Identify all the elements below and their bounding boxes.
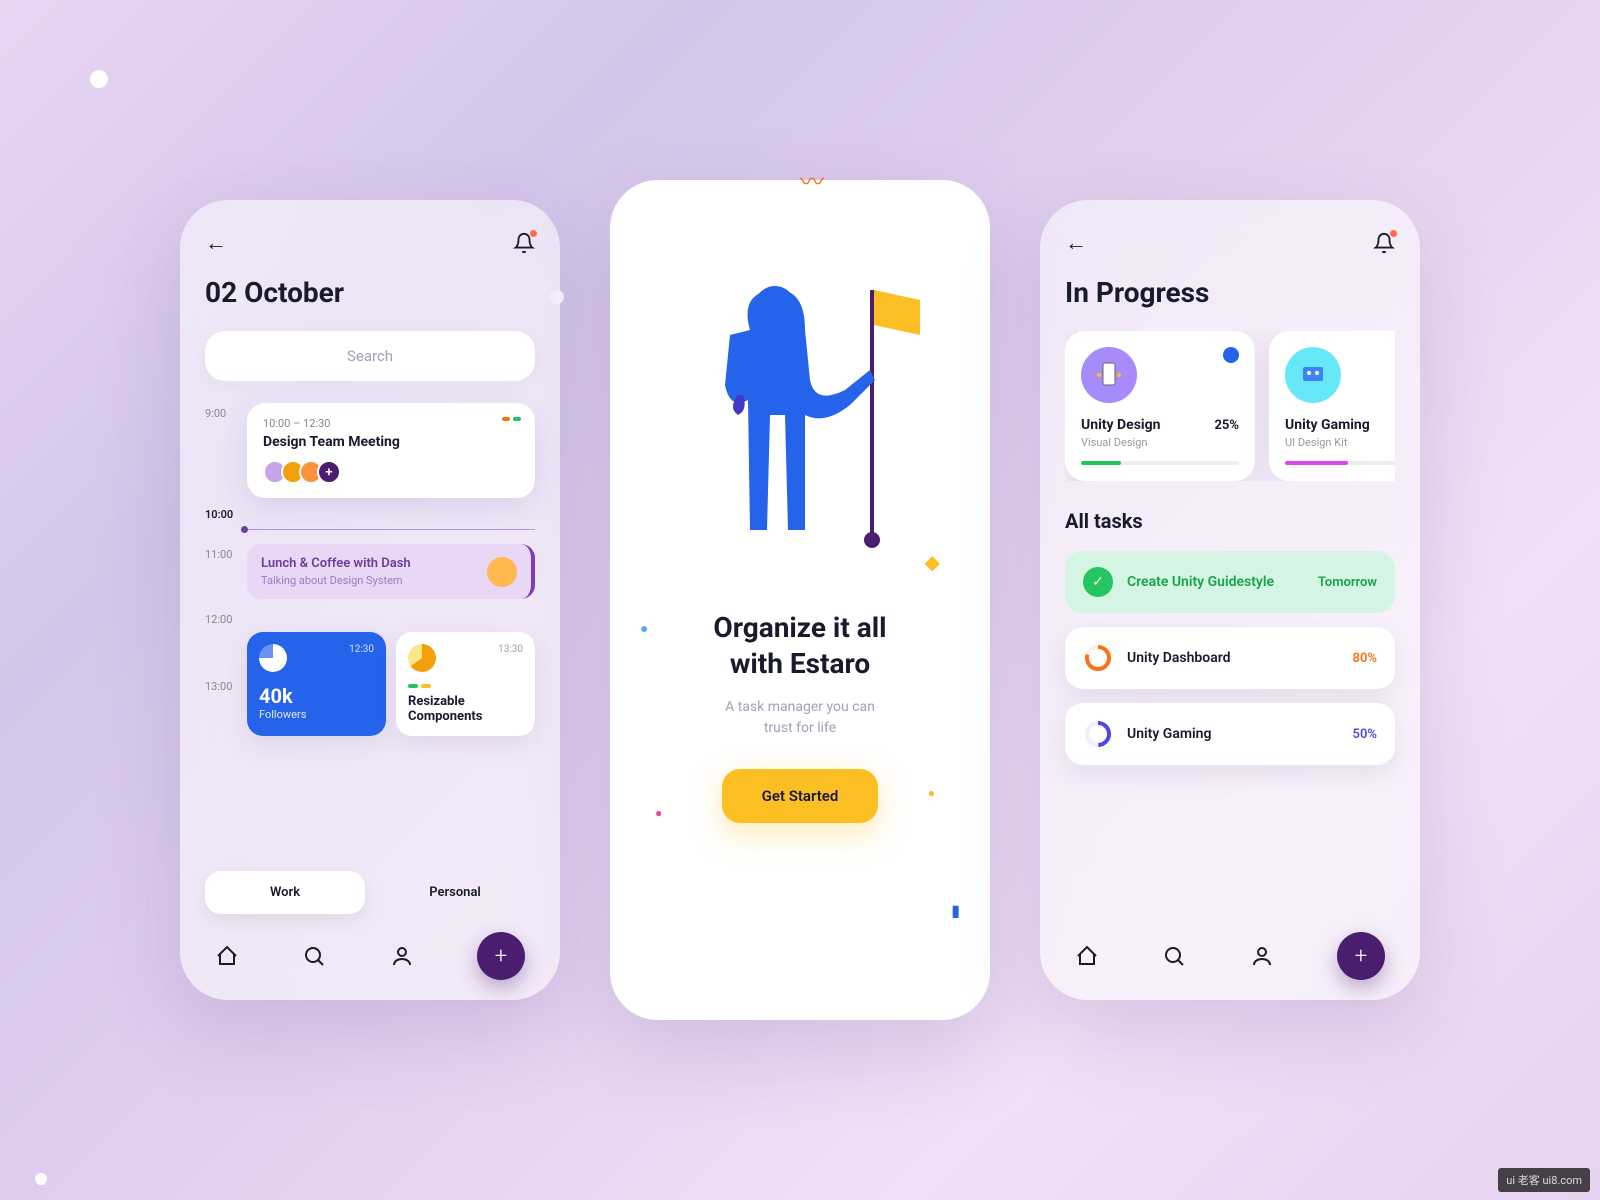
back-button[interactable]: ←: [1065, 230, 1087, 256]
timeline: 9:00 10:00 – 12:30 Design Team Meeting +…: [205, 403, 535, 857]
attendee-avatars: +: [263, 460, 519, 484]
stat-label: Followers: [259, 708, 374, 721]
progress-ring-icon: [408, 644, 436, 672]
card-illustration: [1081, 347, 1137, 403]
avatar: [487, 557, 517, 587]
phone-onboarding-screen: 〰 ◆ ● ● ● ▮ Organize it allwith Estaro A…: [610, 180, 990, 1020]
event-card-meeting[interactable]: 10:00 – 12:30 Design Team Meeting +: [247, 403, 535, 498]
card-subtitle: Visual Design: [1081, 436, 1239, 449]
category-dots: [502, 417, 521, 421]
time-label: 13:00: [205, 676, 237, 693]
search-icon[interactable]: [1162, 944, 1186, 968]
event-subtitle: Talking about Design System: [261, 574, 411, 587]
progress-card[interactable]: Unity Design 25% Visual Design: [1065, 331, 1255, 481]
progress-ring-icon: [1083, 719, 1113, 749]
onboarding-subtitle: A task manager you cantrust for life: [635, 697, 965, 739]
confetti-icon: ●: [640, 620, 648, 637]
add-button[interactable]: +: [1337, 932, 1385, 980]
profile-icon[interactable]: [1250, 944, 1274, 968]
notification-icon[interactable]: [513, 232, 535, 254]
task-name: Unity Dashboard: [1127, 650, 1339, 666]
event-time: 10:00 – 12:30: [263, 417, 519, 430]
time-label: 12:00: [205, 609, 237, 626]
progress-card[interactable]: Unity Gaming UI Design Kit: [1269, 331, 1395, 481]
search-input[interactable]: Search: [205, 331, 535, 381]
current-time-indicator: [247, 529, 535, 530]
card-subtitle: UI Design Kit: [1285, 436, 1395, 449]
progress-bar: [1285, 461, 1395, 465]
notification-icon[interactable]: [1373, 232, 1395, 254]
category-dots: [408, 684, 523, 688]
task-name: Create Unity Guidestyle: [1127, 574, 1304, 590]
time-label: 9:00: [205, 403, 237, 420]
time-label: 10:00: [205, 504, 237, 521]
onboarding-headline: Organize it allwith Estaro: [635, 610, 965, 683]
decoration-dot: [90, 70, 108, 88]
stat-time: 12:30: [349, 644, 374, 655]
confetti-icon: ●: [655, 806, 662, 820]
home-icon[interactable]: [1075, 944, 1099, 968]
stat-value: 40k: [259, 684, 374, 708]
task-badge: 50%: [1353, 727, 1377, 742]
confetti-icon: ◆: [925, 550, 940, 574]
event-title: Design Team Meeting: [263, 434, 519, 450]
page-title: In Progress: [1065, 276, 1395, 309]
stat-card-components[interactable]: 13:30 Resizable Components: [396, 632, 535, 736]
confetti-icon: 〰: [800, 162, 824, 197]
back-button[interactable]: ←: [205, 230, 227, 256]
status-dot: [1223, 347, 1239, 363]
card-name: Unity Design: [1081, 417, 1160, 433]
phone-progress-screen: ← In Progress Unity Design 25% Visual De…: [1040, 200, 1420, 1000]
stat-label: Resizable Components: [408, 694, 523, 724]
task-item[interactable]: Unity Gaming 50%: [1065, 703, 1395, 765]
task-name: Unity Gaming: [1127, 726, 1339, 742]
bottom-nav: +: [205, 932, 535, 980]
stat-card-followers[interactable]: 12:30 40k Followers: [247, 632, 386, 736]
card-illustration: [1285, 347, 1341, 403]
event-title: Lunch & Coffee with Dash: [261, 556, 411, 571]
section-title-tasks: All tasks: [1065, 509, 1395, 533]
time-label: 11:00: [205, 544, 237, 561]
task-item[interactable]: ✓ Create Unity Guidestyle Tomorrow: [1065, 551, 1395, 613]
search-icon[interactable]: [302, 944, 326, 968]
card-name: Unity Gaming: [1285, 417, 1370, 433]
date-title: 02 October: [205, 276, 535, 309]
progress-ring-icon: [259, 644, 287, 672]
add-button[interactable]: +: [477, 932, 525, 980]
tab-personal[interactable]: Personal: [375, 871, 535, 914]
tab-work[interactable]: Work: [205, 871, 365, 914]
decoration-dot: [35, 1173, 47, 1185]
task-item[interactable]: Unity Dashboard 80%: [1065, 627, 1395, 689]
progress-bar: [1081, 461, 1239, 465]
add-attendee-button[interactable]: +: [317, 460, 341, 484]
category-tabs: Work Personal: [205, 871, 535, 914]
watermark: ui 老客 ui8.com: [1498, 1168, 1590, 1192]
event-card-lunch[interactable]: Lunch & Coffee with Dash Talking about D…: [247, 544, 535, 599]
bottom-nav: +: [1065, 932, 1395, 980]
progress-card-list[interactable]: Unity Design 25% Visual Design Unity Gam…: [1065, 331, 1395, 481]
phone-calendar-screen: ← 02 October Search 9:00 10:00 – 12:30 D…: [180, 200, 560, 1000]
task-badge: 80%: [1353, 651, 1377, 666]
stat-time: 13:30: [498, 644, 523, 655]
check-icon: ✓: [1083, 567, 1113, 597]
get-started-button[interactable]: Get Started: [722, 769, 879, 823]
home-icon[interactable]: [215, 944, 239, 968]
confetti-icon: ▮: [951, 901, 960, 920]
confetti-icon: ●: [928, 786, 935, 800]
profile-icon[interactable]: [390, 944, 414, 968]
hero-illustration: [635, 210, 965, 590]
progress-ring-icon: [1083, 643, 1113, 673]
task-badge: Tomorrow: [1318, 575, 1377, 590]
card-percent: 25%: [1214, 418, 1239, 433]
